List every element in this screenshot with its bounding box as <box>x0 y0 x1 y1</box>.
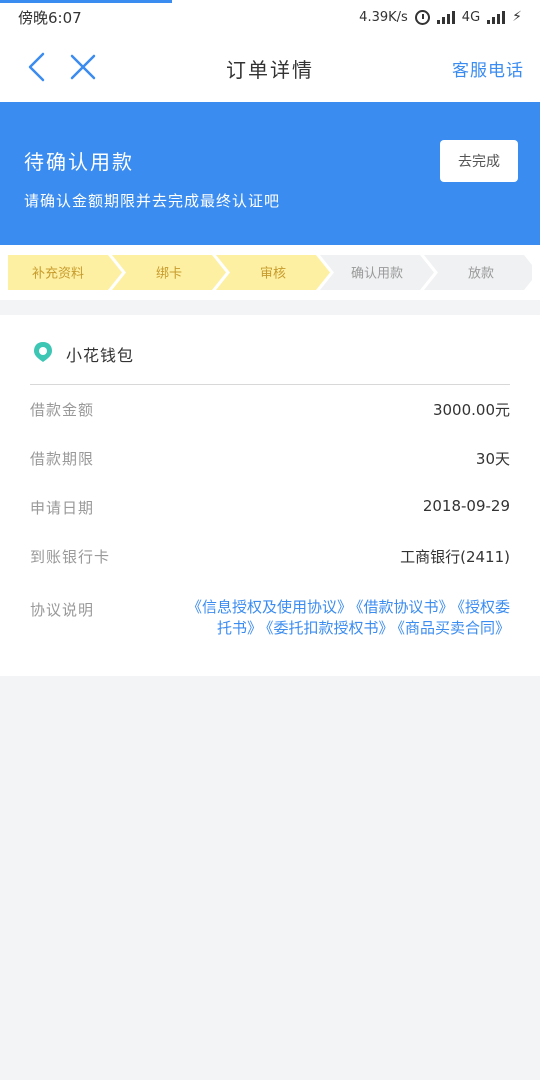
step-label-5: 放款 <box>468 267 494 282</box>
step-label-4: 确认用款 <box>351 267 403 282</box>
network-type: 4G <box>461 9 481 25</box>
row-label: 借款期限 <box>30 450 95 468</box>
alarm-icon <box>414 9 430 25</box>
step-progress: 补充资料 绑卡 审核 确认用款 放款 <box>0 245 540 300</box>
agreement-link-debit-auth[interactable]: 《委托扣款授权书》 <box>266 619 394 637</box>
info-row-amount: 借款金额 3000.00元 <box>30 385 510 434</box>
close-icon <box>70 54 96 80</box>
info-row-date: 申请日期 2018-09-29 <box>30 483 510 532</box>
info-row-term: 借款期限 30天 <box>30 434 510 483</box>
bank-header: 小花钱包 <box>30 315 510 385</box>
loan-info-card: 小花钱包 借款金额 3000.00元 借款期限 30天 申请日期 2018-09… <box>0 315 540 676</box>
step-label-2: 绑卡 <box>156 267 182 282</box>
customer-service-link[interactable]: 客服电话 <box>452 56 524 81</box>
signal-icon-secondary <box>487 10 506 24</box>
bank-name: 小花钱包 <box>66 346 135 365</box>
page-load-progress <box>0 0 172 3</box>
agreement-links: 《信息授权及使用协议》 《借款协议书》 《授权委托书》 《委托扣款授权书》 《商品买卖合… <box>180 597 510 639</box>
agreement-link-sales-contract[interactable]: 《商品买卖合同》 <box>397 619 510 637</box>
nav-header: 订单详情 客服电话 <box>0 34 540 102</box>
complete-button[interactable]: 去完成 <box>440 140 518 182</box>
location-pin-icon <box>34 342 52 362</box>
back-button[interactable] <box>20 50 54 84</box>
network-speed: 4.39K/s <box>359 9 408 25</box>
banner-subtitle: 请确认金额期限并去完成最终认证吧 <box>24 192 281 210</box>
chevron-left-icon <box>28 52 45 82</box>
status-time: 傍晚6:07 <box>18 8 82 27</box>
status-bar: 傍晚6:07 4.39K/s 4G ⚡ <box>0 0 540 34</box>
info-row-bank-card: 到账银行卡 工商银行(2411) <box>30 532 510 581</box>
step-label-3: 审核 <box>260 267 286 282</box>
step-label-1: 补充资料 <box>32 266 84 282</box>
close-button[interactable] <box>66 50 100 84</box>
row-label: 借款金额 <box>30 401 95 419</box>
row-value: 30天 <box>475 450 510 468</box>
row-value: 2018-09-29 <box>422 497 510 515</box>
row-label: 申请日期 <box>30 499 95 517</box>
step-progress-graphic: 补充资料 绑卡 审核 确认用款 放款 <box>8 255 532 290</box>
status-banner: 待确认用款 请确认金额期限并去完成最终认证吧 去完成 <box>0 102 540 245</box>
row-value: 工商银行(2411) <box>400 548 510 566</box>
signal-icon <box>436 10 455 24</box>
row-label: 到账银行卡 <box>30 548 111 566</box>
agreement-link-loan[interactable]: 《借款协议书》 <box>356 598 454 616</box>
agreement-link-info-auth[interactable]: 《信息授权及使用协议》 <box>187 598 352 616</box>
row-value: 3000.00元 <box>432 401 510 419</box>
agreement-label: 协议说明 <box>30 601 95 619</box>
banner-title: 待确认用款 <box>24 150 134 174</box>
status-indicators: 4.39K/s 4G ⚡ <box>359 9 522 25</box>
charging-icon: ⚡ <box>512 9 522 25</box>
